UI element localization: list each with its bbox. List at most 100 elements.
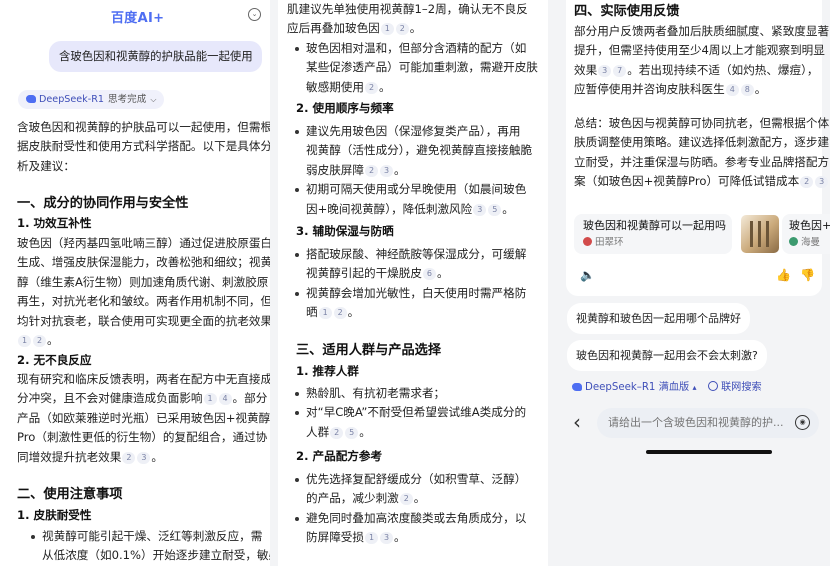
citation-badge[interactable]: 2 [364,81,378,94]
web-search-label: 联网搜索 [721,382,762,393]
back-arrow-icon[interactable]: ‹ [573,409,581,435]
citation-badge[interactable]: 4 [725,84,739,97]
text-line: 应后再叠加玻色因 1 2。 [287,19,421,38]
line-text: 视黄醇引起的干燥脱皮 [306,266,422,281]
home-indicator [646,450,772,454]
sub-heading: 3. 辅助保湿与防晒 [296,224,394,238]
text-line: 同增效提升抗老效果 2 3。 [17,448,163,467]
menu-chevron-icon[interactable]: ⌄ [248,8,261,21]
chat-input[interactable] [597,408,819,438]
citation-badge[interactable]: 1 [318,307,332,320]
line-text: 现有研究和临床反馈表明，两者在配方中无直接成 [17,372,270,386]
speaker-icon[interactable]: 🔈 [580,268,595,282]
citation-badge[interactable]: 1 [203,393,217,406]
bullet-line: 初期可隔天使用或分早晚使用（如晨间玻色 [284,180,526,199]
citation-badge[interactable]: 1 [380,23,394,36]
text-line: 应暂停使用并咨询皮肤科医生 4 8。 [574,80,766,99]
text-line: 醇（维生素A衍生物）则加速角质代谢、刺激胶原 [17,273,268,292]
citation-badge[interactable]: 7 [613,64,627,77]
line-text: 均针对抗衰老，联合使用可实现更全面的抗老效果 [17,313,270,328]
suggestion-chip-2[interactable]: 玻色因和视黄醇一起用会不会太刺激? [567,340,767,371]
citation-badge[interactable]: 3 [815,176,829,189]
thumbs-down-icon[interactable]: 👎 [800,268,815,282]
citation-badge[interactable]: 2 [333,307,347,320]
line-end: 。若出现持续不适（如灼热、爆痘）， [627,62,819,77]
line-end: 。 [378,79,391,94]
mode-label: DeepSeek–R1 满血版 [585,382,690,393]
reference-title: 玻色因+ [789,219,830,232]
line-text: 玻色因相对温和，但部分含酒精的配方（如 [306,40,527,55]
reference-thumbnail[interactable] [741,215,779,253]
line-end: 。 [409,21,422,36]
deepseek-status-pill[interactable]: DeepSeek-R1 思考完成 ⌵ [18,90,165,109]
section-heading: 四、实际使用反馈 [574,4,680,19]
reference-card-2[interactable]: 玻色因+ 海曼 [782,214,830,254]
line-end: 。 [393,530,406,545]
line-text: 建议先用玻色因（保湿修复类产品），再用 [306,124,521,138]
line-text: 敏感期使用 [306,79,364,94]
text-line: 生成、增强皮肤保湿能力，改善松弛和细纹；视黄 [17,253,270,272]
sub-heading: 2. 产品配方参考 [296,449,383,463]
text-line: 析及建议： [17,158,75,173]
line-end: 。 [151,449,163,464]
text-line: 弱皮肤屏障 2 3。 [306,161,406,180]
text-line: Pro（刺激性更低的衍生物）的复配组合，通过协 [17,428,267,447]
citation-badge[interactable]: 3 [473,203,487,216]
sub-heading: 1. 皮肤耐受性 [17,508,92,522]
citation-badge[interactable]: 1 [364,532,378,545]
citation-badge[interactable]: 3 [598,64,612,77]
citation-badge[interactable]: 2 [395,23,409,36]
reference-card-1[interactable]: 玻色因和视黄醇可以一起用吗 田翠环 [574,214,732,254]
citation-badge[interactable]: 5 [345,426,359,439]
citation-badge[interactable]: 2 [33,335,46,347]
citation-badge[interactable]: 4 [218,393,232,406]
line-end: 。 [47,333,59,347]
web-search-toggle[interactable]: 联网搜索 [702,376,768,400]
bullet-line: 视黄醇可能引起干燥、泛红等刺激反应，需 [20,527,262,546]
line-text: 醇（维生素A衍生物）则加速角质代谢、刺激胶原 [17,274,269,289]
line-text: 晒 [306,305,318,320]
line-text: 因+晚间视黄醇），降低刺激风险 [306,201,473,216]
citation-badge[interactable]: 1 [18,335,31,347]
citation-badge[interactable]: 3 [379,532,393,545]
citation-badge[interactable]: 3 [379,164,393,177]
model-mode-selector[interactable]: DeepSeek–R1 满血版 ▴ [566,376,702,400]
line-text: 应后再叠加玻色因 [287,21,380,36]
bullet-line: 视黄醇会增加光敏性，白天使用时需严格防 [284,284,526,303]
text-line: 产品（如欧莱雅逆时光瓶）已采用玻色因+视黄醇 [17,409,270,428]
text-line: 防屏障受损 1 3。 [306,528,406,547]
text-line: 含玻色因和视黄醇的护肤品可以一起使用，但需根 [17,120,270,134]
section-heading: 三、适用人群与产品选择 [296,343,442,358]
reference-author: 海曼 [789,236,820,250]
baidu-ai-logo: 百度AI+ [111,11,165,26]
line-end: 。 [436,266,449,281]
citation-badge[interactable]: 5 [488,203,502,216]
citation-badge[interactable]: 3 [137,451,151,464]
voice-input-icon[interactable]: ◉ [795,415,810,430]
citation-badge[interactable]: 2 [800,176,814,189]
reference-title: 玻色因和视黄醇可以一起用吗 [583,219,726,232]
line-text: 弱皮肤屏障 [306,162,364,177]
text-line: 效果 3 7 。若出现持续不适（如灼热、爆痘）， [574,61,819,80]
sub-heading: 2. 无不良反应 [17,353,92,367]
line-text: 某些促渗透产品）可能加重刺激，需避开皮肤 [306,60,538,75]
citation-badge[interactable]: 2 [399,493,413,506]
suggestion-chip-1[interactable]: 视黄醇和玻色因一起用哪个品牌好 [567,303,750,334]
citation-badge[interactable]: 6 [422,268,436,281]
citation-badge[interactable]: 2 [330,426,344,439]
thumbs-up-icon[interactable]: 👍 [776,268,791,282]
author-avatar-icon [583,237,592,246]
citation-badge[interactable]: 8 [740,84,754,97]
sub-heading: 1. 推荐人群 [296,364,359,378]
line-text: 肤质调整使用策略。建议选择低刺激配方，逐步建 [574,135,830,150]
bullet-line: 熟龄肌、有抗初老需求者； [284,384,445,403]
line-text: 分冲突，且不会对健康造成负面影响 [17,391,203,406]
text-line: 提升，但需坚持使用至少4周以上才能观察到明显 [574,41,825,60]
citation-badge[interactable]: 2 [364,164,378,177]
bullet-line: 对“早C晚A”不耐受但希望尝试维A类成分的 [284,403,526,422]
chat-panel-left: 百度AI+ ⌄ 含玻色因和视黄醇的护肤品能一起使用吗? DeepSeek-R1思… [0,0,270,566]
line-text: 搭配玻尿酸、神经酰胺等保湿成分，可缓解 [306,247,527,261]
section-heading: 一、成分的协同作用与安全性 [17,196,189,211]
citation-badge[interactable]: 2 [122,451,136,464]
text-line: 因+晚间视黄醇），降低刺激风险 3 5。 [306,200,514,219]
